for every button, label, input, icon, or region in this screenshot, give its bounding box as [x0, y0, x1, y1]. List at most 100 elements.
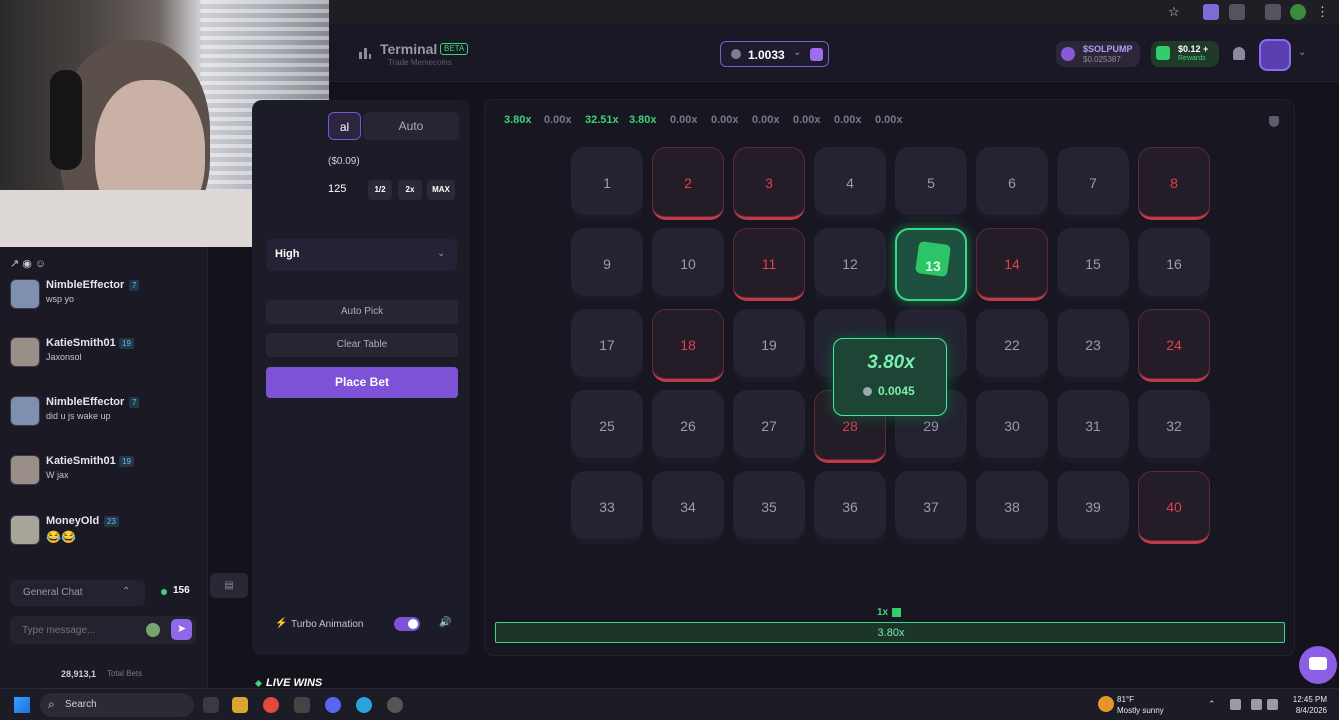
taskbar-search[interactable]: ⌕ Search [40, 693, 194, 717]
multiplier-item: 0.00x [793, 114, 821, 126]
tile-18[interactable]: 18 [652, 309, 724, 382]
chat-username[interactable]: KatieSmith01 [46, 455, 116, 467]
bet-amount-input[interactable]: 125 [328, 183, 346, 195]
tile-39[interactable]: 39 [1057, 471, 1129, 544]
tile-40[interactable]: 40 [1138, 471, 1210, 544]
tile-19[interactable]: 19 [733, 309, 805, 382]
extension-icon[interactable] [1203, 4, 1219, 20]
chat-username[interactable]: KatieSmith01 [46, 337, 116, 349]
tab-manual[interactable]: al [328, 112, 361, 140]
tab-auto[interactable]: Auto [363, 112, 459, 140]
tile-27[interactable]: 27 [733, 390, 805, 463]
tile-10[interactable]: 10 [652, 228, 724, 301]
chat-username[interactable]: MoneyOld [46, 515, 99, 527]
support-chat-button[interactable] [1299, 646, 1337, 684]
extensions-puzzle-icon[interactable] [1229, 4, 1245, 20]
level-badge: 7 [129, 397, 140, 408]
tile-38[interactable]: 38 [976, 471, 1048, 544]
rewards-button[interactable]: $0.12 + Rewards [1151, 41, 1219, 67]
coin-icon [863, 387, 872, 396]
tile-11[interactable]: 11 [733, 228, 805, 301]
tile-32[interactable]: 32 [1138, 390, 1210, 463]
max-bet-button[interactable]: MAX [427, 180, 455, 200]
tile-5[interactable]: 5 [895, 147, 967, 220]
tile-1[interactable]: 1 [571, 147, 643, 220]
microphone-icon[interactable] [1230, 699, 1241, 710]
tile-36[interactable]: 36 [814, 471, 886, 544]
network-icon[interactable] [1251, 699, 1262, 710]
tile-16[interactable]: 16 [1138, 228, 1210, 301]
tile-31[interactable]: 31 [1057, 390, 1129, 463]
tile-7[interactable]: 7 [1057, 147, 1129, 220]
tile-3[interactable]: 3 [733, 147, 805, 220]
profile-icon[interactable] [1290, 4, 1306, 20]
tile-22[interactable]: 22 [976, 309, 1048, 382]
tile-23[interactable]: 23 [1057, 309, 1129, 382]
balance-selector[interactable]: 1.0033 ⌄ [720, 41, 829, 67]
chat-avatar[interactable] [10, 515, 40, 545]
bell-icon[interactable] [1233, 47, 1245, 60]
tile-2[interactable]: 2 [652, 147, 724, 220]
chat-avatar[interactable] [10, 396, 40, 426]
tile-24[interactable]: 24 [1138, 309, 1210, 382]
tile-15[interactable]: 15 [1057, 228, 1129, 301]
bookmark-star-icon[interactable]: ☆ [1168, 4, 1182, 20]
send-button[interactable]: ➤ [171, 619, 192, 640]
tile-30[interactable]: 30 [976, 390, 1048, 463]
emoji-icon[interactable] [146, 623, 160, 637]
tile-26[interactable]: 26 [652, 390, 724, 463]
windows-start-icon[interactable] [14, 697, 30, 713]
tile-number: 5 [927, 175, 935, 191]
tile-9[interactable]: 9 [571, 228, 643, 301]
wallet-icon[interactable] [810, 48, 823, 61]
volume-icon[interactable] [1267, 699, 1278, 710]
tile-14[interactable]: 14 [976, 228, 1048, 301]
tile-13[interactable]: 13 [895, 228, 967, 301]
user-avatar[interactable] [1259, 39, 1291, 71]
double-bet-button[interactable]: 2x [398, 180, 422, 200]
tile-34[interactable]: 34 [652, 471, 724, 544]
chat-username[interactable]: NimbleEffector [46, 279, 124, 291]
chat-channel-select[interactable]: General Chat ⌃ [10, 580, 145, 606]
tile-37[interactable]: 37 [895, 471, 967, 544]
weather-widget[interactable]: 81°F Mostly sunny [1117, 694, 1164, 716]
clear-table-button[interactable]: Clear Table [266, 333, 458, 357]
provably-fair-shield-icon[interactable] [1269, 116, 1279, 127]
tile-6[interactable]: 6 [976, 147, 1048, 220]
tile-17[interactable]: 17 [571, 309, 643, 382]
obs-icon[interactable] [387, 697, 403, 713]
chat-avatar[interactable] [10, 279, 40, 309]
file-explorer-icon[interactable] [232, 697, 248, 713]
system-clock[interactable]: 12:45 PM 8/4/2026 [1279, 694, 1327, 716]
tray-chevron-up-icon[interactable]: ⌃ [1208, 699, 1219, 710]
tile-35[interactable]: 35 [733, 471, 805, 544]
tile-33[interactable]: 33 [571, 471, 643, 544]
weather-sun-icon[interactable] [1098, 696, 1114, 712]
discord-icon[interactable] [325, 697, 341, 713]
tile-8[interactable]: 8 [1138, 147, 1210, 220]
sound-icon[interactable]: 🔊 [439, 617, 451, 628]
task-view-icon[interactable] [203, 697, 219, 713]
auto-pick-button[interactable]: Auto Pick [266, 300, 458, 324]
tile-25[interactable]: 25 [571, 390, 643, 463]
chat-message-input[interactable] [10, 616, 196, 644]
turbo-animation-toggle[interactable] [394, 617, 420, 631]
account-chevron-down-icon[interactable]: ⌄ [1298, 47, 1306, 58]
app-title[interactable]: Terminal [380, 41, 437, 57]
tile-4[interactable]: 4 [814, 147, 886, 220]
chrome-icon[interactable] [263, 697, 279, 713]
risk-select[interactable]: High ⌄ [266, 239, 457, 271]
media-controls-icon[interactable] [1265, 4, 1281, 20]
tile-12[interactable]: 12 [814, 228, 886, 301]
place-bet-button[interactable]: Place Bet [266, 367, 458, 398]
half-bet-button[interactable]: 1/2 [368, 180, 392, 200]
chat-avatar[interactable] [10, 337, 40, 367]
tile-number: 24 [1166, 337, 1182, 353]
browser-menu-icon[interactable]: ⋮ [1316, 4, 1329, 20]
telegram-icon[interactable] [356, 697, 372, 713]
chat-username[interactable]: NimbleEffector [46, 396, 124, 408]
chat-avatar[interactable] [10, 455, 40, 485]
chat-toggle-icon[interactable]: ▤ [210, 573, 248, 598]
token-ticker[interactable]: $SOLPUMP $0.025387 [1056, 41, 1140, 67]
app-icon[interactable] [294, 697, 310, 713]
